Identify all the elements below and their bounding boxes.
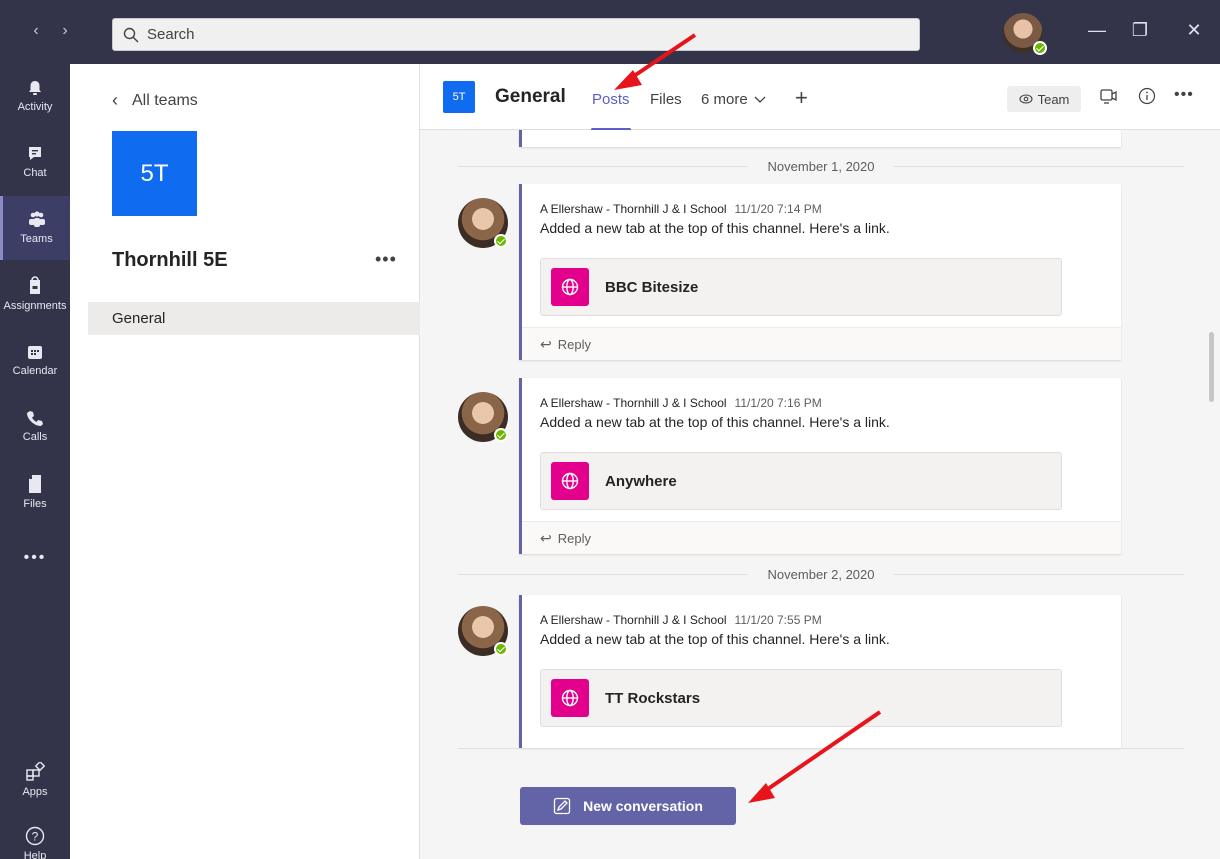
app-rail: Activity Chat Teams Assignments Calendar… — [0, 64, 70, 859]
compose-divider — [458, 748, 1184, 749]
team-more-options-button[interactable]: ••• — [375, 249, 397, 270]
rail-item-chat[interactable]: Chat — [0, 130, 70, 194]
phone-icon — [27, 411, 43, 426]
team-avatar-tile: 5T — [112, 131, 197, 216]
channel-item-general[interactable]: General — [88, 302, 420, 335]
channel-team-badge: 5T — [443, 81, 475, 113]
help-icon: ? — [25, 826, 45, 846]
tab-link-label: TT Rockstars — [605, 689, 701, 707]
rail-item-help[interactable]: ? Help — [0, 812, 70, 859]
close-button[interactable]: ✕ — [1182, 20, 1206, 41]
rail-item-assignments[interactable]: Assignments — [0, 262, 70, 326]
message-text: Added a new tab at the top of this chann… — [540, 220, 890, 236]
bell-icon — [29, 81, 41, 95]
reply-button[interactable]: ↩ Reply — [522, 327, 1121, 360]
reply-arrow-icon: ↩ — [540, 529, 552, 546]
presence-available-icon — [494, 428, 508, 442]
reply-button[interactable]: ↩ Reply — [522, 521, 1121, 554]
date-separator: November 1, 2020 — [458, 156, 1184, 176]
channel-list-pane: ‹ All teams 5T Thornhill 5E ••• General — [70, 64, 420, 859]
rail-item-calendar[interactable]: Calendar — [0, 328, 70, 392]
compose-icon — [553, 797, 571, 815]
author-name: A Ellershaw - Thornhill J & I School — [540, 396, 727, 410]
rail-more-button[interactable]: ••• — [0, 526, 70, 590]
message-card: A Ellershaw - Thornhill J & I School 11/1… — [519, 184, 1121, 360]
new-conversation-button[interactable]: New conversation — [520, 787, 736, 825]
svg-text:?: ? — [32, 830, 39, 844]
rail-item-activity[interactable]: Activity — [0, 64, 70, 128]
title-bar: ‹ › Search — ❐ ✕ — [0, 0, 1220, 64]
message-meta: A Ellershaw - Thornhill J & I School 11/1… — [540, 202, 822, 216]
rail-item-teams[interactable]: Teams — [0, 196, 70, 260]
search-icon — [123, 27, 139, 42]
add-tab-button[interactable]: + — [795, 85, 808, 111]
presence-available-icon — [494, 642, 508, 656]
rail-item-calls[interactable]: Calls — [0, 394, 70, 458]
tab-posts[interactable]: Posts — [592, 91, 630, 108]
author-name: A Ellershaw - Thornhill J & I School — [540, 613, 727, 627]
previous-message-card — [519, 130, 1121, 147]
channel-more-options-button[interactable]: ••• — [1174, 86, 1194, 104]
calendar-icon — [28, 346, 42, 359]
date-separator: November 2, 2020 — [458, 564, 1184, 584]
message-text: Added a new tab at the top of this chann… — [540, 631, 890, 647]
rail-item-apps[interactable]: Apps — [0, 748, 70, 812]
message-card: A Ellershaw - Thornhill J & I School 11/1… — [519, 595, 1121, 748]
apps-icon — [26, 762, 45, 781]
globe-icon — [551, 462, 589, 500]
team-view-button[interactable]: Team — [1007, 86, 1081, 112]
message-timestamp: 11/1/20 7:16 PM — [734, 396, 822, 410]
chat-icon — [29, 147, 41, 160]
team-name: Thornhill 5E — [112, 249, 228, 271]
message-timestamp: 11/1/20 7:14 PM — [734, 202, 822, 216]
feed-scrollbar[interactable] — [1209, 332, 1214, 402]
globe-icon — [551, 679, 589, 717]
teams-icon — [28, 211, 45, 227]
tab-link-card[interactable]: TT Rockstars — [540, 669, 1062, 727]
message-meta: A Ellershaw - Thornhill J & I School 11/1… — [540, 396, 822, 410]
assignments-icon — [30, 276, 40, 294]
channel-title: General — [495, 86, 566, 107]
maximize-button[interactable]: ❐ — [1128, 20, 1152, 41]
tab-more[interactable]: 6 more — [701, 91, 766, 108]
video-camera-icon — [1100, 89, 1117, 104]
tab-link-card[interactable]: Anywhere — [540, 452, 1062, 510]
channel-main-pane: 5T General Posts Files 6 more + Team •••… — [420, 64, 1220, 859]
file-icon — [29, 475, 41, 493]
reply-arrow-icon: ↩ — [540, 335, 552, 352]
back-arrow-icon[interactable]: ‹ — [26, 22, 46, 40]
presence-available-icon — [494, 234, 508, 248]
message-meta: A Ellershaw - Thornhill J & I School 11/1… — [540, 613, 822, 627]
message-text: Added a new tab at the top of this chann… — [540, 414, 890, 430]
tab-files[interactable]: Files — [650, 91, 682, 108]
chevron-down-icon — [754, 96, 766, 103]
chevron-left-icon: ‹ — [112, 90, 118, 110]
all-teams-link[interactable]: ‹ All teams — [112, 90, 198, 111]
tab-link-card[interactable]: BBC Bitesize — [540, 258, 1062, 316]
message-card: A Ellershaw - Thornhill J & I School 11/1… — [519, 378, 1121, 554]
tab-link-label: BBC Bitesize — [605, 278, 699, 296]
presence-available-icon — [1033, 41, 1047, 55]
info-icon — [1138, 87, 1156, 105]
eye-icon — [1019, 94, 1033, 104]
channel-header: 5T General Posts Files 6 more + Team ••• — [420, 64, 1220, 131]
minimize-button[interactable]: — — [1085, 20, 1109, 41]
meet-now-button[interactable] — [1099, 87, 1119, 110]
channel-info-button[interactable] — [1138, 87, 1156, 110]
search-placeholder: Search — [147, 26, 195, 43]
globe-icon — [551, 268, 589, 306]
rail-item-files[interactable]: Files — [0, 460, 70, 524]
tab-link-label: Anywhere — [605, 472, 677, 490]
search-input[interactable]: Search — [112, 18, 920, 51]
message-timestamp: 11/1/20 7:55 PM — [734, 613, 822, 627]
author-name: A Ellershaw - Thornhill J & I School — [540, 202, 727, 216]
forward-arrow-icon[interactable]: › — [55, 22, 75, 40]
